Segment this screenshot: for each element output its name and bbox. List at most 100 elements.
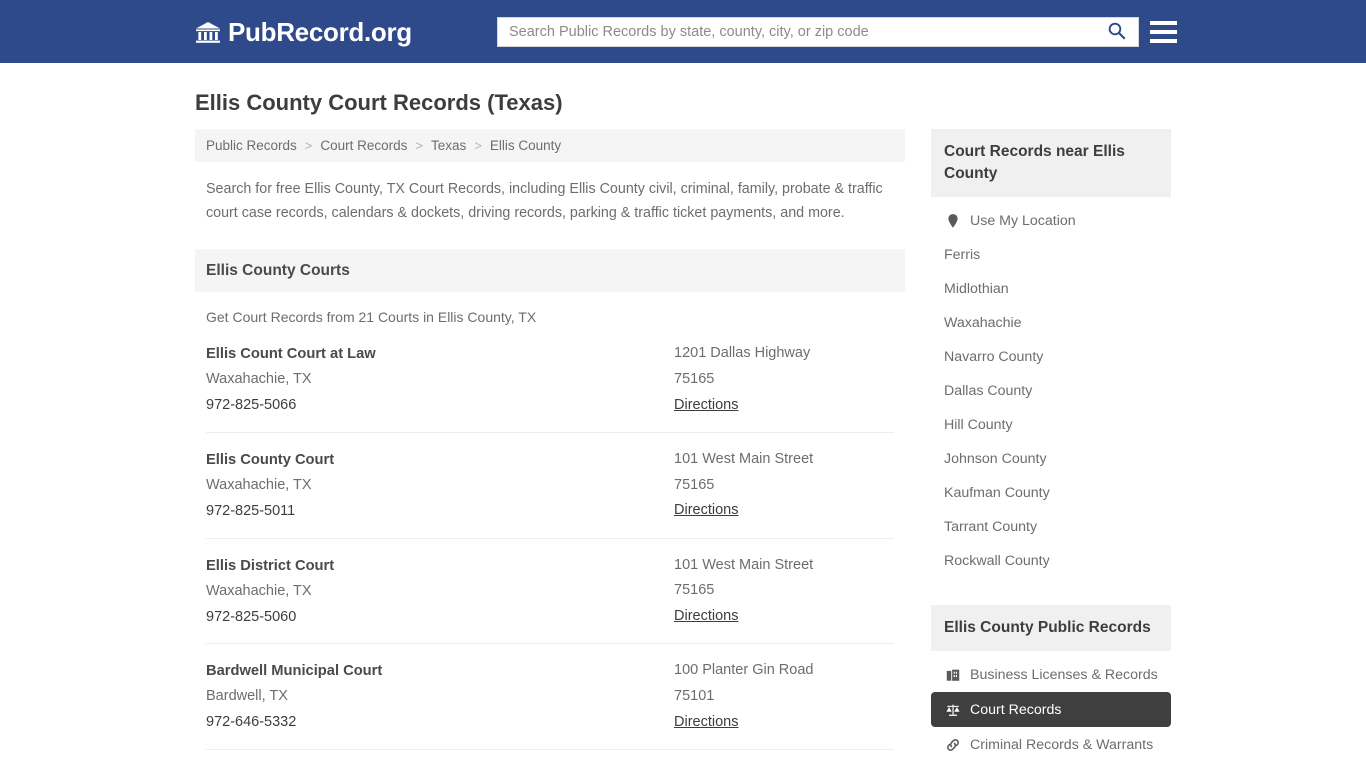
breadcrumb-item-court-records[interactable]: Court Records [320,138,407,153]
site-logo-link[interactable]: PubRecord.org [195,19,412,45]
menu-bar-2 [1150,29,1177,34]
sidebar-nearby-item-label: Ferris [944,247,981,264]
directions-link[interactable]: Directions [674,604,738,630]
court-name: Ellis Count Court at Law [206,346,376,363]
search-button[interactable] [1101,21,1138,43]
sidebar-public-records-item[interactable]: Court Records [931,692,1171,728]
sidebar-nearby-item[interactable]: Tarrant County [931,510,1171,544]
court-phone[interactable]: 972-825-5011 [206,499,674,525]
court-city-state: Waxahachie, TX [206,476,312,493]
hamburger-menu-icon[interactable] [1150,18,1177,45]
map-pin-icon [944,212,961,229]
sidebar-nearby-item-label: Hill County [944,417,1013,434]
sidebar-nearby-item-label: Rockwall County [944,553,1050,570]
court-name: Ennis Justice of Peace Court [206,764,674,768]
court-row: Ellis County Court Waxahachie, TX 972-825-… [206,431,894,538]
sidebar-nearby-item[interactable]: Midlothian [931,272,1171,306]
court-row: Ellis District Court Waxahachie, TX 972-82… [206,537,894,644]
court-phone[interactable]: 972-825-5066 [206,393,674,419]
bank-building-icon [195,19,221,45]
directions-link[interactable]: Directions [674,393,738,419]
sidebar-public-records-item-label: Criminal Records & Warrants [970,736,1154,753]
court-row: Ennis Justice of Peace CourtEnnis, TX972… [206,749,894,768]
sidebar-nearby-item-label: Kaufman County [944,485,1050,502]
link-chain-icon [944,736,961,753]
court-street-address: 100 Planter Gin Road [674,662,814,679]
page-title: Ellis County Court Records (Texas) [195,90,563,115]
page-container: Ellis County Court Records (Texas) Publi… [0,90,1366,768]
court-info: Ellis Count Court at Law Waxahachie, TX 97… [206,341,674,419]
court-name: Ellis District Court [206,557,335,574]
sidebar-public-records-item[interactable]: Criminal Records & Warrants [931,727,1171,762]
sidebar: Court Records near Ellis County Use My L… [931,129,1171,762]
court-street-address: 1201 Dallas Highway [674,345,811,362]
court-city-state: Bardwell, TX [206,688,288,705]
sidebar-nearby-item[interactable]: Dallas County [931,374,1171,408]
search-icon [1107,21,1126,43]
sidebar-public-records-item-label: Court Records [970,701,1062,718]
court-info: Ellis District Court Waxahachie, TX 972-82… [206,553,674,631]
court-zip: 75165 [674,370,715,387]
scales-of-justice-icon [944,701,961,718]
site-header: PubRecord.org [0,0,1366,63]
sidebar-nearby-item-label: Midlothian [944,281,1009,298]
sidebar-public-records-item[interactable]: Business Licenses & Records [931,657,1171,692]
court-list: Ellis Count Court at Law Waxahachie, TX 97… [195,331,905,768]
sidebar-nearby-item[interactable]: Johnson County [931,442,1171,476]
court-zip: 75101 [674,688,715,705]
court-row: Ellis Count Court at Law Waxahachie, TX 97… [206,331,894,432]
court-street-address: 101 West Main Street [674,556,814,573]
sidebar-nearby-item[interactable]: Rockwall County [931,544,1171,578]
court-address-block: 1201 Dallas Highway 75165 Directions [674,341,894,419]
sidebar-nearby-item[interactable]: Kaufman County [931,476,1171,510]
sidebar-nearby-item-label: Johnson County [944,451,1047,468]
main-column: Public Records > Court Records > Texas >… [195,129,905,768]
court-info: Ellis County Court Waxahachie, TX 972-825-… [206,447,674,525]
court-phone[interactable]: 972-825-5060 [206,605,674,631]
court-zip: 75165 [674,582,715,599]
directions-link[interactable]: Directions [674,710,738,736]
content-layout: Public Records > Court Records > Texas >… [195,129,1171,768]
breadcrumb-item-public-records[interactable]: Public Records [206,138,297,153]
breadcrumb-item-texas[interactable]: Texas [431,138,466,153]
sidebar-nearby-item-label: Navarro County [944,349,1044,366]
site-logo-text: PubRecord.org [228,16,412,47]
sidebar-nearby-item[interactable]: Navarro County [931,340,1171,374]
breadcrumb-separator: > [415,138,424,154]
menu-bar-1 [1150,20,1177,25]
sidebar-public-records-heading: Ellis County Public Records [931,605,1171,652]
court-address-block: 101 West Main Street 75165 Directions [674,553,894,631]
sidebar-nearby-item-label: Dallas County [944,383,1033,400]
court-city-state: Waxahachie, TX [206,371,312,388]
court-phone[interactable]: 972-646-5332 [206,710,674,736]
sidebar-nearby-item[interactable]: Ferris [931,238,1171,272]
page-intro-text: Search for free Ellis County, TX Court R… [206,181,883,221]
sidebar-nearby-item-label: Waxahachie [944,315,1022,332]
court-address-block: 116 West Ennis Avenue75119Directions [674,764,894,768]
breadcrumb-separator: > [304,138,313,154]
court-name: Ellis County Court [206,451,335,468]
directions-link[interactable]: Directions [674,498,738,524]
sidebar-nearby-item[interactable]: Waxahachie [931,306,1171,340]
search-input[interactable] [498,19,1101,45]
sidebar-nearby-item[interactable]: Hill County [931,408,1171,442]
briefcase-icon [944,666,961,683]
sidebar-nearby-item-label: Tarrant County [944,519,1038,536]
court-info: Bardwell Municipal Court Bardwell, TX 972-… [206,658,674,736]
sidebar-nearby-heading: Court Records near Ellis County [931,129,1171,198]
sidebar-public-records-list: Business Licenses & Records Court Records… [931,651,1171,762]
court-street-address: 101 West Main Street [674,450,814,467]
court-zip: 75165 [674,476,715,493]
court-address-block: 100 Planter Gin Road 75101 Directions [674,658,894,736]
sidebar-public-records-panel: Ellis County Public Records Business Lic… [931,605,1171,762]
sidebar-nearby-item[interactable]: Use My Location [931,203,1171,238]
court-city-state: Waxahachie, TX [206,582,312,599]
court-address-block: 101 West Main Street 75165 Directions [674,447,894,525]
breadcrumb-item-ellis-county[interactable]: Ellis County [490,138,561,153]
court-street-address: 116 West Ennis Avenue [674,764,894,768]
search-bar [497,17,1139,47]
breadcrumb-separator: > [474,138,482,154]
sidebar-nearby-list: Use My Location Ferris Midlothian Waxahachi… [931,197,1171,578]
court-name: Bardwell Municipal Court [206,663,383,680]
court-row: Bardwell Municipal Court Bardwell, TX 972-… [206,643,894,749]
